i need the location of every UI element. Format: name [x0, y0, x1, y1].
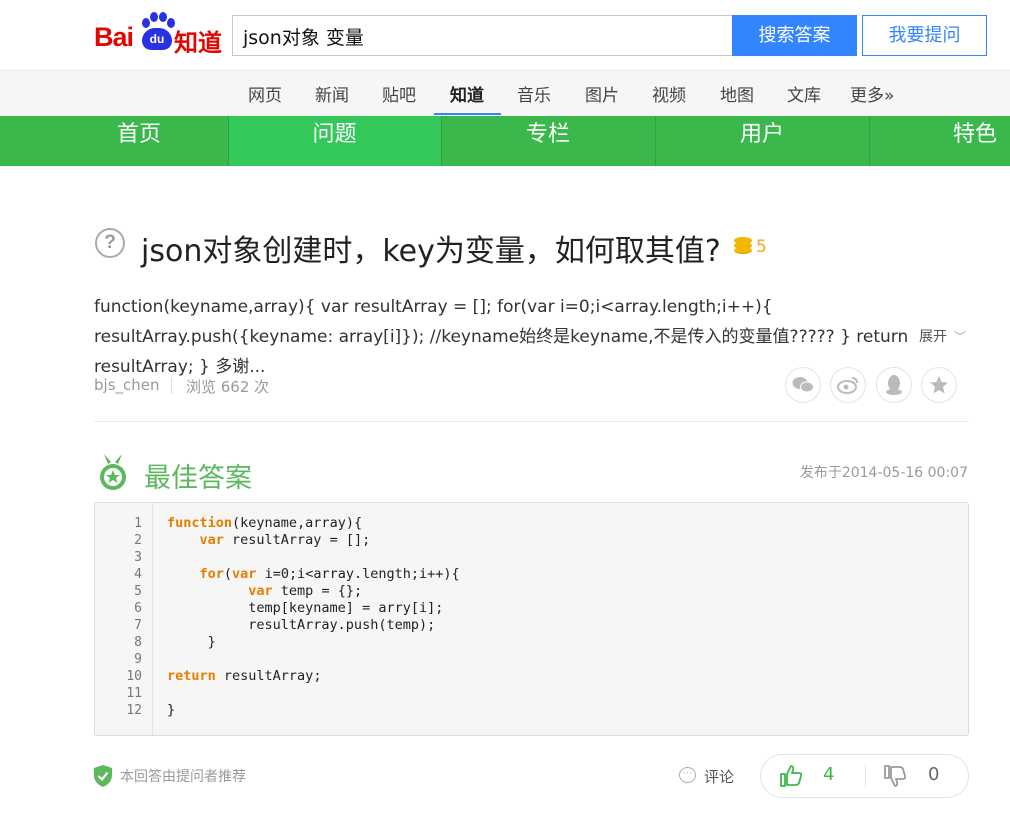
chevron-down-icon[interactable]: ﹀ [954, 328, 966, 345]
code-line: } [167, 634, 216, 650]
line-number: 11 [126, 686, 142, 701]
nav-item-map[interactable]: 地图 [720, 81, 754, 106]
line-number: 4 [134, 567, 142, 582]
vote-box: 4 0 [760, 754, 969, 798]
line-number: 7 [134, 618, 142, 633]
line-number: 8 [134, 635, 142, 650]
logo-zhidao-text: 知道 [174, 29, 222, 57]
question-circle-icon: ? [95, 228, 125, 258]
best-answer-title: 最佳答案 [144, 463, 252, 494]
nav-item-tieba[interactable]: 贴吧 [382, 81, 416, 106]
shield-check-icon [94, 765, 112, 787]
nav-item-web[interactable]: 网页 [248, 81, 282, 106]
answer-date: 发布于2014-05-16 00:07 [799, 465, 968, 481]
code-line: } [167, 702, 176, 718]
favorite-star-icon[interactable] [921, 367, 957, 403]
active-nav-indicator [434, 113, 501, 115]
downvote-count: 0 [928, 764, 940, 785]
code-block: 1 2 3 4 5 6 7 8 9 10 11 12 function(keyn… [94, 502, 969, 736]
question-title: json对象创建时，key为变量，如何取其值? [141, 234, 721, 269]
product-nav: 网页 新闻 贴吧 知道 音乐 图片 视频 地图 文库 更多» [0, 70, 1010, 116]
vote-divider [865, 765, 866, 787]
line-number: 12 [126, 703, 142, 718]
code-line: function(keyname,array){ [167, 515, 363, 531]
logo-du-text: du [149, 32, 165, 46]
expand-button[interactable]: 展开 [919, 326, 947, 346]
logo-text: Bai [94, 22, 134, 52]
section-columns[interactable]: 专栏 [441, 116, 655, 166]
nav-item-news[interactable]: 新闻 [315, 81, 349, 106]
asker-username[interactable]: bjs_chen [94, 376, 160, 394]
code-line: return resultArray; [167, 668, 322, 684]
nav-item-images[interactable]: 图片 [585, 81, 619, 106]
search-button[interactable]: 搜索答案 [732, 15, 857, 56]
question-body: function(keyname,array){ var resultArray… [94, 297, 909, 377]
zhidao-section-nav: 首页 问题 专栏 用户 特色 [0, 116, 1010, 166]
nav-item-wenku[interactable]: 文库 [787, 81, 821, 106]
nav-item-more[interactable]: 更多» [850, 81, 894, 106]
upvote-count: 4 [823, 764, 835, 785]
comment-icon[interactable]: ··· [679, 767, 696, 783]
section-home[interactable]: 首页 [30, 116, 248, 166]
search-input[interactable]: json对象 变量 [232, 15, 732, 56]
line-number: 5 [134, 584, 142, 599]
nav-item-zhidao[interactable]: 知道 [450, 81, 484, 106]
reward-coin-icon [734, 237, 752, 255]
baidu-paw-icon: du [138, 12, 175, 50]
weibo-icon[interactable] [830, 367, 866, 403]
section-questions[interactable]: 问题 [228, 116, 441, 166]
section-users[interactable]: 用户 [655, 116, 869, 166]
ask-question-button[interactable]: 我要提问 [862, 15, 987, 56]
thumbs-up-icon[interactable] [779, 764, 803, 788]
line-number: 10 [126, 669, 142, 684]
line-number: 6 [134, 601, 142, 616]
line-number: 9 [134, 652, 142, 667]
best-answer-medal-icon [98, 454, 128, 492]
qq-icon[interactable] [876, 367, 912, 403]
wechat-icon[interactable] [785, 367, 821, 403]
section-featured[interactable]: 特色 [920, 116, 1010, 166]
code-line: var temp = {}; [248, 583, 363, 599]
view-count: 浏览 662 次 [186, 378, 270, 396]
line-number: 3 [134, 550, 142, 565]
code-line: for(var i=0;i<array.length;i++){ [199, 566, 460, 582]
line-number: 2 [134, 533, 142, 548]
baidu-zhidao-logo[interactable]: Bai du 知道 [94, 10, 224, 57]
thumbs-down-icon[interactable] [883, 764, 907, 788]
meta-divider [171, 378, 172, 394]
code-line: resultArray.push(temp); [167, 617, 436, 633]
nav-item-video[interactable]: 视频 [652, 81, 686, 106]
section-divider [94, 421, 969, 422]
code-line: temp[keyname] = arry[i]; [167, 600, 444, 616]
reward-value: 5 [756, 237, 767, 257]
top-header: Bai du 知道 json对象 变量 搜索答案 我要提问 [0, 0, 1010, 70]
code-line: var resultArray = []; [199, 532, 371, 548]
nav-item-music[interactable]: 音乐 [517, 81, 551, 106]
recommended-by-asker-text: 本回答由提问者推荐 [120, 769, 246, 785]
line-number: 1 [134, 516, 142, 531]
comment-button[interactable]: 评论 [704, 766, 734, 787]
